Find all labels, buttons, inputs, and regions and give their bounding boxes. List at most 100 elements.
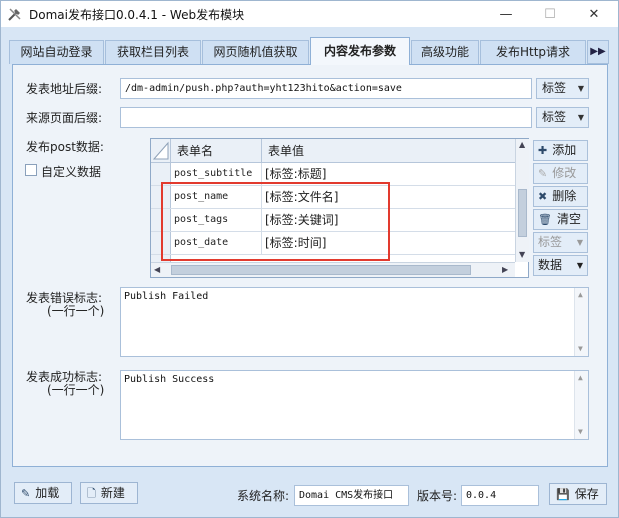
source-page-label: 来源页面后缀: [26,111,103,125]
new-button[interactable]: 🗋 新建 [80,482,138,504]
tag-label: 标签 [538,235,563,249]
clear-label: 清空 [556,212,581,226]
scroll-down-icon[interactable]: ▼ [519,250,525,259]
version-input[interactable]: 0.0.4 [461,485,539,506]
scroll-up-icon[interactable]: ▲ [519,140,525,149]
cell-name[interactable]: post_name [171,186,262,208]
title-bar: Domai发布接口0.0.4.1 - Web发布模块 — ☐ ✕ [1,1,618,27]
row-indicator [151,255,171,262]
row-indicator [151,209,171,231]
column-header-name[interactable]: 表单名 [171,139,262,163]
success-flag-text: Publish Success [124,374,215,385]
table-row[interactable]: post_date [标签:时间] [151,232,515,255]
scroll-down-icon[interactable]: ▼ [578,344,583,353]
plus-icon: ✚ [538,144,548,157]
scroll-up-icon[interactable]: ▲ [578,373,583,382]
load-label: 加载 [35,486,60,500]
grid-horizontal-scrollbar[interactable]: ◀ ▶ [151,262,515,277]
pencil-icon: ✎ [538,167,548,180]
tab-http-request[interactable]: 发布Http请求 [480,40,586,64]
source-page-input[interactable] [120,107,532,128]
data-label: 数据 [538,258,563,272]
row-indicator [151,186,171,208]
tab-scroll-right-icon[interactable]: ▶▶ [587,40,609,64]
error-flag-text: Publish Failed [124,291,209,302]
cell-value[interactable]: [标签:文件名] [262,186,515,208]
edit-label: 修改 [552,166,577,180]
tab-category-list[interactable]: 获取栏目列表 [105,40,201,64]
post-data-grid: 表单名 表单值 post_subtitle [标签:标题] post_name … [150,138,529,278]
scroll-right-icon[interactable]: ▶ [502,265,508,274]
delete-x-icon: ✖ [538,190,548,203]
scroll-up-icon[interactable]: ▲ [578,290,583,299]
delete-label: 删除 [552,189,577,203]
chevron-down-icon: ▼ [576,261,583,270]
tag-label: 标签 [542,81,567,95]
success-textarea-scrollbar[interactable]: ▲ ▼ [574,371,588,439]
cell-name[interactable]: post_subtitle [171,163,262,185]
system-name-input[interactable]: Domai CMS发布接口 [294,485,409,506]
app-window: Domai发布接口0.0.4.1 - Web发布模块 — ☐ ✕ 网站自动登录 … [0,0,619,518]
maximize-button[interactable]: ☐ [528,1,572,27]
corner-triangle-icon [152,141,169,160]
tools-icon [8,8,21,21]
edit-button[interactable]: ✎ 修改 [533,163,588,184]
save-button[interactable]: 💾 保存 [549,483,607,505]
custom-data-checkbox[interactable] [25,164,37,176]
tab-advanced[interactable]: 高级功能 [411,40,479,64]
cell-value[interactable]: [标签:关键词] [262,209,515,231]
save-label: 保存 [574,487,599,501]
chevron-down-icon: ▼ [577,84,584,93]
column-header-value[interactable]: 表单值 [262,139,515,163]
error-textarea-scrollbar[interactable]: ▲ ▼ [574,288,588,356]
load-button[interactable]: ✎ 加载 [14,482,72,504]
scroll-left-icon[interactable]: ◀ [154,265,160,274]
version-label: 版本号: [417,489,458,503]
success-flag-textarea[interactable]: Publish Success ▲ ▼ [120,370,589,440]
grid-vertical-scrollbar[interactable]: ▲ ▼ [515,139,529,262]
row-indicator [151,232,171,254]
grid-select-all[interactable] [151,139,171,163]
add-button[interactable]: ✚ 添加 [533,140,588,161]
scroll-down-icon[interactable]: ▼ [578,427,583,436]
window-title: Domai发布接口0.0.4.1 - Web发布模块 [29,8,245,22]
delete-button[interactable]: ✖ 删除 [533,186,588,207]
post-url-input[interactable]: /dm-admin/push.php?auth=yht123hito&actio… [120,78,532,99]
vertical-scroll-thumb[interactable] [518,189,527,237]
tab-content-params[interactable]: 内容发布参数 [310,37,410,65]
table-row[interactable]: post_subtitle [标签:标题] [151,163,515,186]
table-row-partial [151,255,515,262]
row-indicator [151,163,171,185]
new-label: 新建 [100,486,125,500]
system-name-label: 系统名称: [237,489,290,503]
grid-tag-dropdown[interactable]: 标签 ▼ [533,232,588,253]
post-url-label: 发表地址后缀: [26,82,103,96]
tab-strip: 网站自动登录 获取栏目列表 网页随机值获取 内容发布参数 高级功能 发布Http… [9,37,611,65]
close-button[interactable]: ✕ [572,1,616,27]
cell-name[interactable]: post_date [171,232,262,254]
chevron-down-icon: ▼ [576,238,583,247]
edit-icon: ✎ [21,487,31,500]
post-url-tag-dropdown[interactable]: 标签 ▼ [536,78,589,99]
floppy-disk-icon: 💾 [556,488,570,501]
tab-auto-login[interactable]: 网站自动登录 [9,40,104,64]
success-flag-hint: (一行一个) [47,383,105,397]
error-flag-textarea[interactable]: Publish Failed ▲ ▼ [120,287,589,357]
horizontal-scroll-thumb[interactable] [171,265,471,275]
new-file-icon: 🗋 [87,487,96,500]
custom-data-label: 自定义数据 [41,165,102,179]
clear-button[interactable]: 🗑 清空 [533,209,588,230]
source-page-tag-dropdown[interactable]: 标签 ▼ [536,107,589,128]
cell-name[interactable]: post_tags [171,209,262,231]
grid-data-dropdown[interactable]: 数据 ▼ [533,255,588,276]
error-flag-hint: (一行一个) [47,304,105,318]
tag-label: 标签 [542,110,567,124]
tab-random-value[interactable]: 网页随机值获取 [202,40,309,64]
grid-header: 表单名 表单值 [151,139,515,163]
chevron-down-icon: ▼ [577,113,584,122]
cell-value[interactable]: [标签:时间] [262,232,515,254]
table-row[interactable]: post_name [标签:文件名] [151,186,515,209]
table-row[interactable]: post_tags [标签:关键词] [151,209,515,232]
minimize-button[interactable]: — [484,1,528,27]
cell-value[interactable]: [标签:标题] [262,163,515,185]
